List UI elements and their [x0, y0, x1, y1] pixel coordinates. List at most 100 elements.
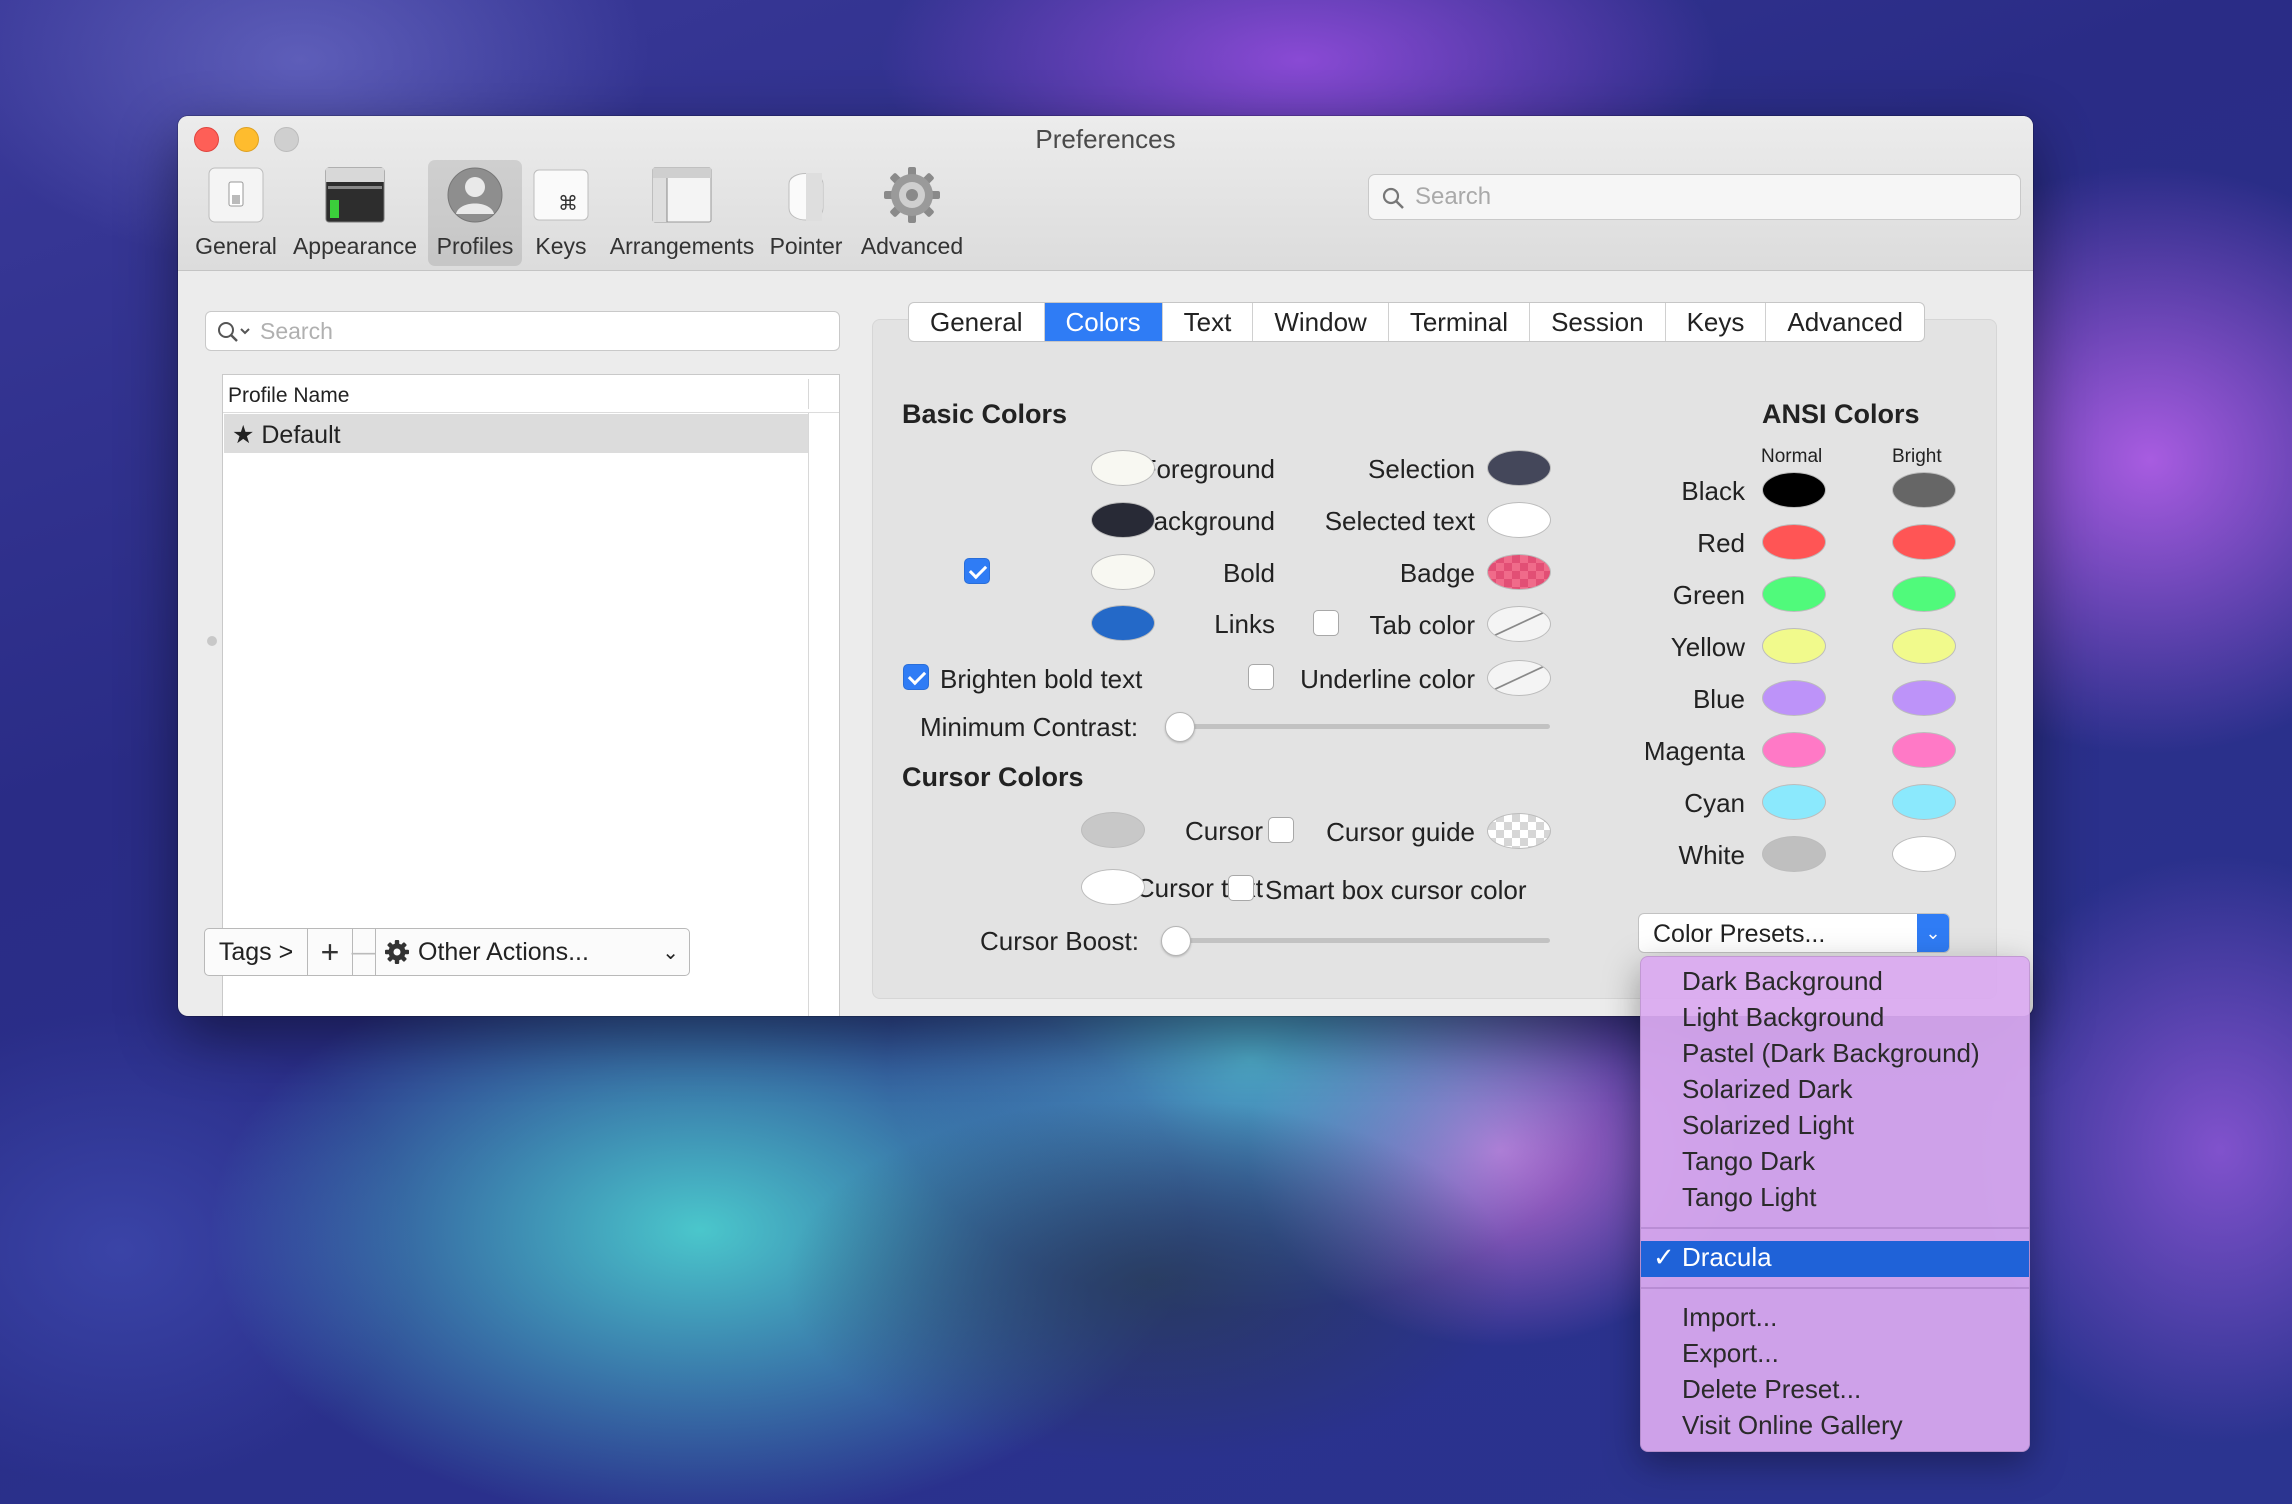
profile-tabs: General Colors Text Window Terminal Sess… — [908, 302, 1926, 342]
menu-item-dracula[interactable]: ✓ Dracula — [1641, 1241, 2029, 1277]
other-actions-dropdown[interactable]: Other Actions... ⌄ — [375, 928, 690, 976]
tab-window[interactable]: Window — [1253, 303, 1389, 341]
ansi-normal-black-well[interactable] — [1762, 472, 1826, 508]
badge-label: Badge — [1399, 558, 1475, 588]
ansi-label-green: Green — [1672, 580, 1745, 610]
menu-item-dark-background[interactable]: Dark Background — [1641, 965, 2029, 1001]
column-header-label: Profile Name — [228, 384, 350, 407]
add-profile-button[interactable]: + — [307, 928, 353, 976]
search-icon — [218, 322, 250, 342]
profile-button-bar: Tags > + — Other Actions... ⌄ — [204, 928, 690, 976]
tab-general[interactable]: General — [909, 303, 1045, 341]
remove-profile-button[interactable]: — — [352, 928, 377, 976]
cursor-color-well[interactable] — [1081, 812, 1145, 848]
menu-item-light-background[interactable]: Light Background — [1641, 1001, 2029, 1037]
ansi-normal-white-well[interactable] — [1762, 836, 1826, 872]
underline-color-well[interactable] — [1487, 660, 1551, 696]
links-color-well[interactable] — [1091, 605, 1155, 641]
selected-text-color-well[interactable] — [1487, 502, 1551, 538]
tab-text[interactable]: Text — [1163, 303, 1254, 341]
foreground-color-well[interactable] — [1091, 450, 1155, 486]
foreground-label: Foreground — [1140, 454, 1275, 484]
split-handle[interactable] — [207, 636, 217, 646]
cursor-guide-color-well[interactable] — [1487, 813, 1551, 849]
menu-item-import[interactable]: Import... — [1641, 1301, 2029, 1337]
ansi-normal-cyan-well[interactable] — [1762, 784, 1826, 820]
toolbar-advanced[interactable]: Advanced — [856, 160, 968, 266]
minimum-contrast-slider-knob[interactable] — [1165, 712, 1195, 742]
tab-color-label: Tab color — [1369, 610, 1476, 640]
profile-name-column-header[interactable]: Profile Name — [223, 375, 839, 413]
profiles-person-icon — [447, 167, 503, 223]
toolbar-appearance-label: Appearance — [292, 233, 418, 259]
bold-checkbox[interactable] — [964, 558, 990, 584]
underline-color-checkbox[interactable] — [1248, 664, 1274, 690]
smart-box-cursor-checkbox[interactable] — [1228, 875, 1254, 901]
ansi-colors-heading: ANSI Colors — [1762, 399, 1920, 429]
bold-color-well[interactable] — [1091, 554, 1155, 590]
selection-label: Selection — [1368, 454, 1475, 484]
brighten-bold-label: Brighten bold text — [940, 664, 1143, 694]
menu-item-export[interactable]: Export... — [1641, 1337, 2029, 1373]
badge-color-well[interactable] — [1487, 554, 1551, 590]
bright-column-header: Bright — [1892, 446, 1942, 467]
gear-icon — [385, 940, 409, 964]
minimum-contrast-slider-track — [1180, 724, 1550, 729]
toolbar-keys[interactable]: ⌘ Keys — [528, 160, 594, 266]
ansi-normal-green-well[interactable] — [1762, 576, 1826, 612]
toolbar-arrangements[interactable]: Arrangements — [608, 160, 756, 266]
menu-item-tango-dark[interactable]: Tango Dark — [1641, 1145, 2029, 1181]
ansi-label-yellow: Yellow — [1670, 632, 1745, 662]
profile-search-input[interactable]: Search — [205, 311, 840, 351]
ansi-bright-white-well[interactable] — [1892, 836, 1956, 872]
toolbar-advanced-label: Advanced — [860, 233, 964, 259]
profile-row-default[interactable]: ★ Default — [224, 414, 808, 453]
menu-item-solarized-dark[interactable]: Solarized Dark — [1641, 1073, 2029, 1109]
cursor-text-color-well[interactable] — [1081, 869, 1145, 905]
selection-color-well[interactable] — [1487, 450, 1551, 486]
ansi-bright-magenta-well[interactable] — [1892, 732, 1956, 768]
ansi-bright-blue-well[interactable] — [1892, 680, 1956, 716]
toolbar-general[interactable]: General — [190, 160, 282, 266]
tab-keys[interactable]: Keys — [1666, 303, 1767, 341]
brighten-bold-checkbox[interactable] — [903, 664, 929, 690]
ansi-normal-magenta-well[interactable] — [1762, 732, 1826, 768]
ansi-bright-green-well[interactable] — [1892, 576, 1956, 612]
menu-item-visit-online-gallery[interactable]: Visit Online Gallery — [1641, 1409, 2029, 1445]
toolbar-arrangements-label: Arrangements — [609, 233, 755, 259]
menu-item-delete-preset[interactable]: Delete Preset... — [1641, 1373, 2029, 1409]
tab-advanced[interactable]: Advanced — [1766, 303, 1924, 341]
cursor-boost-slider-knob[interactable] — [1161, 926, 1191, 956]
toolbar-general-label: General — [195, 233, 277, 259]
menu-item-tango-light[interactable]: Tango Light — [1641, 1181, 2029, 1217]
ansi-normal-yellow-well[interactable] — [1762, 628, 1826, 664]
ansi-bright-red-well[interactable] — [1892, 524, 1956, 560]
toolbar-pointer-label: Pointer — [769, 233, 843, 259]
advanced-gear-icon — [884, 167, 940, 223]
ansi-normal-red-well[interactable] — [1762, 524, 1826, 560]
toolbar-pointer[interactable]: Pointer — [766, 160, 846, 266]
tab-color-well[interactable] — [1487, 606, 1551, 642]
preferences-search-input[interactable]: Search — [1368, 174, 2021, 220]
ansi-label-magenta: Magenta — [1643, 736, 1745, 766]
tab-color-checkbox[interactable] — [1313, 610, 1339, 636]
menu-separator — [1641, 1287, 2029, 1289]
tab-colors[interactable]: Colors — [1044, 303, 1163, 341]
menu-item-solarized-light[interactable]: Solarized Light — [1641, 1109, 2029, 1145]
toolbar-profiles[interactable]: Profiles — [428, 160, 522, 266]
toolbar-appearance[interactable]: Appearance — [290, 160, 420, 266]
cursor-guide-checkbox[interactable] — [1268, 817, 1294, 843]
ansi-normal-blue-well[interactable] — [1762, 680, 1826, 716]
ansi-label-red: Red — [1697, 528, 1745, 558]
ansi-bright-black-well[interactable] — [1892, 472, 1956, 508]
ansi-label-blue: Blue — [1692, 684, 1745, 714]
ansi-bright-yellow-well[interactable] — [1892, 628, 1956, 664]
tab-session[interactable]: Session — [1530, 303, 1666, 341]
color-presets-dropdown[interactable]: Color Presets... ⌄ — [1638, 913, 1950, 953]
tags-button[interactable]: Tags > — [204, 928, 308, 976]
window-title: Preferences — [1035, 124, 1176, 154]
background-color-well[interactable] — [1091, 502, 1155, 538]
ansi-bright-cyan-well[interactable] — [1892, 784, 1956, 820]
tab-terminal[interactable]: Terminal — [1389, 303, 1531, 341]
menu-item-pastel-dark-background[interactable]: Pastel (Dark Background) — [1641, 1037, 2029, 1073]
